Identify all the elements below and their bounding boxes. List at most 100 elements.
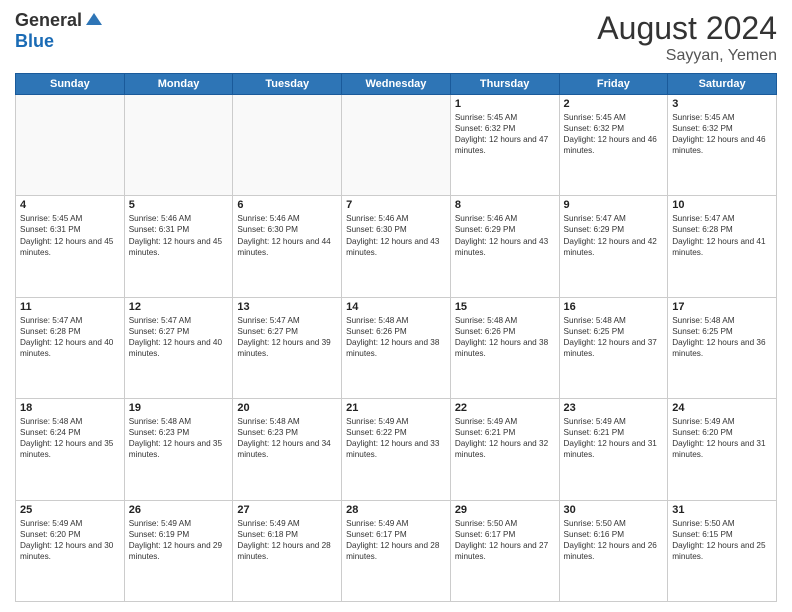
location-subtitle: Sayyan, Yemen — [597, 47, 777, 65]
cell-info: Sunrise: 5:48 AM Sunset: 6:25 PM Dayligh… — [672, 315, 772, 359]
day-number: 16 — [564, 301, 664, 313]
table-row — [16, 95, 125, 196]
day-number: 30 — [564, 504, 664, 516]
table-row: 5Sunrise: 5:46 AM Sunset: 6:31 PM Daylig… — [124, 196, 233, 297]
cell-info: Sunrise: 5:45 AM Sunset: 6:32 PM Dayligh… — [455, 112, 555, 156]
table-row: 24 Sunrise: 5:49 AM Sunset: 6:20 PM Dayli… — [668, 399, 777, 500]
day-number: 28 — [346, 504, 446, 516]
cell-info: Sunrise: 5:49 AM Sunset: 6:22 PM Dayligh… — [346, 416, 446, 460]
table-row: 6 Sunrise: 5:46 AM Sunset: 6:30 PM Daylig… — [233, 196, 342, 297]
table-row: 10 Sunrise: 5:47 AM Sunset: 6:28 PM Dayli… — [668, 196, 777, 297]
cell-info: Sunrise: 5:48 AM Sunset: 6:26 PM Dayligh… — [455, 315, 555, 359]
day-number: 23 — [564, 402, 664, 414]
table-row: 19 Sunrise: 5:48 AM Sunset: 6:23 PM Dayli… — [124, 399, 233, 500]
table-row: 11 Sunrise: 5:47 AM Sunset: 6:28 PM Dayli… — [16, 297, 125, 398]
table-row: 7 Sunrise: 5:46 AM Sunset: 6:30 PM Daylig… — [342, 196, 451, 297]
cell-info: Sunrise: 5:45 AM Sunset: 6:32 PM Dayligh… — [672, 112, 772, 156]
day-number: 1 — [455, 98, 555, 110]
day-number: 25 — [20, 504, 120, 516]
cell-info: Sunrise: 5:49 AM Sunset: 6:19 PM Dayligh… — [129, 518, 229, 562]
table-row — [233, 95, 342, 196]
day-number: 20 — [237, 402, 337, 414]
cell-info: Sunrise: 5:50 AM Sunset: 6:16 PM Dayligh… — [564, 518, 664, 562]
cell-info: Sunrise: 5:47 AM Sunset: 6:27 PM Dayligh… — [129, 315, 229, 359]
day-number: 3 — [672, 98, 772, 110]
cell-info: Sunrise: 5:47 AM Sunset: 6:28 PM Dayligh… — [20, 315, 120, 359]
cell-info: Sunrise: 5:48 AM Sunset: 6:24 PM Dayligh… — [20, 416, 120, 460]
cell-info: Sunrise: 5:45 AM Sunset: 6:31 PM Dayligh… — [20, 213, 120, 257]
day-number: 2 — [564, 98, 664, 110]
cell-info: Sunrise: 5:45 AM Sunset: 6:32 PM Dayligh… — [564, 112, 664, 156]
header-monday: Monday — [124, 74, 233, 95]
table-row: 20 Sunrise: 5:48 AM Sunset: 6:23 PM Dayli… — [233, 399, 342, 500]
table-row: 18 Sunrise: 5:48 AM Sunset: 6:24 PM Dayli… — [16, 399, 125, 500]
table-row: 15 Sunrise: 5:48 AM Sunset: 6:26 PM Dayli… — [450, 297, 559, 398]
day-number: 24 — [672, 402, 772, 414]
table-row: 29Sunrise: 5:50 AM Sunset: 6:17 PM Dayli… — [450, 500, 559, 601]
logo-icon — [84, 11, 104, 31]
cell-info: Sunrise: 5:50 AM Sunset: 6:15 PM Dayligh… — [672, 518, 772, 562]
month-year-title: August 2024 — [597, 10, 777, 47]
cell-info: Sunrise: 5:48 AM Sunset: 6:25 PM Dayligh… — [564, 315, 664, 359]
table-row: 31 Sunrise: 5:50 AM Sunset: 6:15 PM Dayli… — [668, 500, 777, 601]
day-number: 18 — [20, 402, 120, 414]
cell-info: Sunrise: 5:46 AM Sunset: 6:31 PM Dayligh… — [129, 213, 229, 257]
cell-info: Sunrise: 5:49 AM Sunset: 6:21 PM Dayligh… — [455, 416, 555, 460]
header-saturday: Saturday — [668, 74, 777, 95]
day-number: 10 — [672, 199, 772, 211]
day-number: 27 — [237, 504, 337, 516]
cell-info: Sunrise: 5:48 AM Sunset: 6:23 PM Dayligh… — [129, 416, 229, 460]
day-number: 21 — [346, 402, 446, 414]
day-number: 12 — [129, 301, 229, 313]
table-row: 8 Sunrise: 5:46 AM Sunset: 6:29 PM Daylig… — [450, 196, 559, 297]
calendar-week-2: 4 Sunrise: 5:45 AM Sunset: 6:31 PM Daylig… — [16, 196, 777, 297]
day-number: 6 — [237, 199, 337, 211]
day-number: 7 — [346, 199, 446, 211]
cell-info: Sunrise: 5:48 AM Sunset: 6:26 PM Dayligh… — [346, 315, 446, 359]
calendar-week-5: 25 Sunrise: 5:49 AM Sunset: 6:20 PM Dayli… — [16, 500, 777, 601]
day-number: 31 — [672, 504, 772, 516]
table-row: 3 Sunrise: 5:45 AM Sunset: 6:32 PM Daylig… — [668, 95, 777, 196]
day-number: 8 — [455, 199, 555, 211]
logo-blue-text: Blue — [15, 31, 54, 52]
calendar-week-3: 11 Sunrise: 5:47 AM Sunset: 6:28 PM Dayli… — [16, 297, 777, 398]
calendar-week-1: 1 Sunrise: 5:45 AM Sunset: 6:32 PM Daylig… — [16, 95, 777, 196]
table-row — [124, 95, 233, 196]
day-number: 19 — [129, 402, 229, 414]
day-number: 11 — [20, 301, 120, 313]
table-row: 28 Sunrise: 5:49 AM Sunset: 6:17 PM Dayli… — [342, 500, 451, 601]
table-row: 1 Sunrise: 5:45 AM Sunset: 6:32 PM Daylig… — [450, 95, 559, 196]
calendar-header-row: Sunday Monday Tuesday Wednesday Thursday… — [16, 74, 777, 95]
table-row: 17 Sunrise: 5:48 AM Sunset: 6:25 PM Dayli… — [668, 297, 777, 398]
table-row: 30 Sunrise: 5:50 AM Sunset: 6:16 PM Dayli… — [559, 500, 668, 601]
day-number: 4 — [20, 199, 120, 211]
header-thursday: Thursday — [450, 74, 559, 95]
calendar-week-4: 18 Sunrise: 5:48 AM Sunset: 6:24 PM Dayli… — [16, 399, 777, 500]
table-row: 27 Sunrise: 5:49 AM Sunset: 6:18 PM Dayli… — [233, 500, 342, 601]
table-row: 14Sunrise: 5:48 AM Sunset: 6:26 PM Dayli… — [342, 297, 451, 398]
table-row: 16 Sunrise: 5:48 AM Sunset: 6:25 PM Dayli… — [559, 297, 668, 398]
cell-info: Sunrise: 5:48 AM Sunset: 6:23 PM Dayligh… — [237, 416, 337, 460]
cell-info: Sunrise: 5:49 AM Sunset: 6:20 PM Dayligh… — [20, 518, 120, 562]
table-row: 13Sunrise: 5:47 AM Sunset: 6:27 PM Dayli… — [233, 297, 342, 398]
cell-info: Sunrise: 5:46 AM Sunset: 6:29 PM Dayligh… — [455, 213, 555, 257]
calendar-page: General Blue August 2024 Sayyan, Yemen S… — [0, 0, 792, 612]
day-number: 17 — [672, 301, 772, 313]
day-number: 15 — [455, 301, 555, 313]
table-row: 23 Sunrise: 5:49 AM Sunset: 6:21 PM Dayli… — [559, 399, 668, 500]
cell-info: Sunrise: 5:47 AM Sunset: 6:28 PM Dayligh… — [672, 213, 772, 257]
cell-info: Sunrise: 5:49 AM Sunset: 6:18 PM Dayligh… — [237, 518, 337, 562]
cell-info: Sunrise: 5:49 AM Sunset: 6:20 PM Dayligh… — [672, 416, 772, 460]
table-row: 4 Sunrise: 5:45 AM Sunset: 6:31 PM Daylig… — [16, 196, 125, 297]
header-tuesday: Tuesday — [233, 74, 342, 95]
cell-info: Sunrise: 5:49 AM Sunset: 6:21 PM Dayligh… — [564, 416, 664, 460]
header: General Blue August 2024 Sayyan, Yemen — [15, 10, 777, 65]
cell-info: Sunrise: 5:46 AM Sunset: 6:30 PM Dayligh… — [237, 213, 337, 257]
cell-info: Sunrise: 5:46 AM Sunset: 6:30 PM Dayligh… — [346, 213, 446, 257]
cell-info: Sunrise: 5:47 AM Sunset: 6:29 PM Dayligh… — [564, 213, 664, 257]
table-row: 25 Sunrise: 5:49 AM Sunset: 6:20 PM Dayli… — [16, 500, 125, 601]
cell-info: Sunrise: 5:49 AM Sunset: 6:17 PM Dayligh… — [346, 518, 446, 562]
day-number: 22 — [455, 402, 555, 414]
table-row: 26Sunrise: 5:49 AM Sunset: 6:19 PM Dayli… — [124, 500, 233, 601]
calendar-table: Sunday Monday Tuesday Wednesday Thursday… — [15, 73, 777, 602]
